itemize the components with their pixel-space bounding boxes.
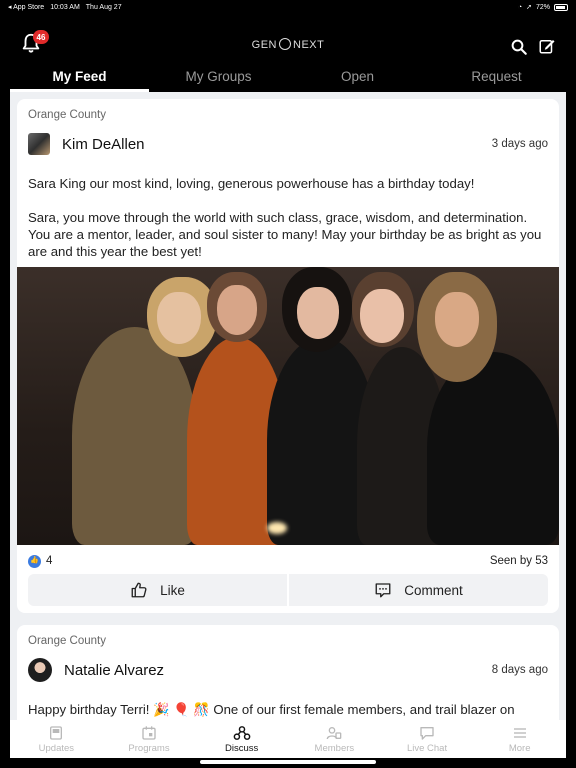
- battery-percent: 72%: [535, 3, 550, 11]
- home-indicator[interactable]: [200, 760, 376, 764]
- post-author-row: Natalie Alvarez 8 days ago: [28, 658, 548, 682]
- post-actions: Like Comment: [28, 574, 548, 606]
- notification-badge: 46: [33, 30, 49, 44]
- avatar[interactable]: [28, 658, 52, 682]
- post-card: Orange County Kim DeAllen 3 days ago Sar…: [17, 99, 559, 613]
- post-paragraph: Sara King our most kind, loving, generou…: [28, 176, 475, 191]
- nav-updates[interactable]: Updates: [10, 720, 103, 758]
- app-logo: GEN NEXT: [238, 38, 338, 51]
- nav-label: Updates: [38, 742, 75, 754]
- nav-label: Live Chat: [406, 742, 448, 754]
- post-paragraph: Happy birthday Terri! 🎉 🎈 🎊 One of our f…: [28, 702, 515, 717]
- like-label: Like: [160, 582, 185, 598]
- avatar[interactable]: [28, 133, 50, 155]
- post-group[interactable]: Orange County: [28, 635, 106, 647]
- post-group[interactable]: Orange County: [28, 109, 106, 121]
- bottom-tab-bar: Updates Programs Discuss Members Live Ch…: [10, 720, 566, 758]
- logo-mark-icon: [279, 38, 291, 50]
- nav-label: Members: [314, 742, 355, 754]
- calendar-icon: [142, 725, 156, 740]
- photo-figure: [427, 352, 559, 545]
- chat-icon: [420, 726, 434, 740]
- post-author[interactable]: Natalie Alvarez: [64, 662, 164, 679]
- nav-label: Programs: [128, 742, 170, 754]
- nav-live-chat[interactable]: Live Chat: [381, 720, 474, 758]
- post-text: Sara King our most kind, loving, generou…: [28, 175, 545, 277]
- comment-icon: [375, 583, 391, 598]
- nav-discuss[interactable]: Discuss: [195, 720, 288, 758]
- post-time: 3 days ago: [491, 138, 548, 150]
- like-reaction-icon: [28, 554, 41, 568]
- feed-list[interactable]: Orange County Kim DeAllen 3 days ago Sar…: [10, 92, 566, 720]
- post-card: Orange County Natalie Alvarez 8 days ago…: [17, 625, 559, 720]
- battery-icon: [554, 3, 568, 11]
- wifi-icon: ◔: [517, 3, 523, 11]
- menu-icon: [513, 727, 526, 738]
- comment-button[interactable]: Comment: [289, 574, 548, 606]
- photo-figure: [157, 292, 201, 344]
- nav-label: Discuss: [225, 742, 259, 754]
- candle-light: [267, 522, 287, 534]
- photo-figure: [72, 327, 197, 545]
- post-author[interactable]: Kim DeAllen: [62, 136, 145, 153]
- post-paragraph: Sara, you move through the world with su…: [28, 210, 542, 259]
- post-reactions: 4 Seen by 53: [28, 553, 548, 569]
- like-button[interactable]: Like: [28, 574, 287, 606]
- search-icon[interactable]: [510, 38, 528, 56]
- status-date: Thu Aug 27: [85, 3, 122, 11]
- back-to-app-store[interactable]: ◂ App Store: [8, 3, 44, 11]
- nav-more[interactable]: More: [473, 720, 566, 758]
- like-count[interactable]: 4: [46, 555, 52, 567]
- tab-request[interactable]: Request: [427, 64, 566, 92]
- photo-figure: [360, 289, 404, 343]
- app-screen: ◂ App Store 10:03 AM Thu Aug 27 ◔ ➚ 72% …: [0, 0, 576, 768]
- status-bar: ◂ App Store 10:03 AM Thu Aug 27 ◔ ➚ 72%: [0, 0, 576, 14]
- app-header: 46 GEN NEXT: [0, 14, 576, 64]
- logo-text-next: NEXT: [293, 39, 325, 51]
- logo-text-gen: GEN: [251, 39, 277, 51]
- photo-figure: [217, 285, 257, 335]
- thumbs-up-icon: [131, 582, 147, 598]
- nav-programs[interactable]: Programs: [103, 720, 196, 758]
- tab-my-feed[interactable]: My Feed: [10, 64, 149, 92]
- members-icon: [327, 726, 342, 739]
- post-photo[interactable]: [17, 267, 559, 545]
- seen-count[interactable]: Seen by 53: [490, 555, 548, 567]
- post-author-row: Kim DeAllen 3 days ago: [28, 132, 548, 156]
- status-time: 10:03 AM: [50, 3, 80, 11]
- compose-icon[interactable]: [538, 37, 556, 55]
- nav-members[interactable]: Members: [288, 720, 381, 758]
- comment-label: Comment: [404, 582, 463, 598]
- discuss-icon: [233, 725, 251, 740]
- nav-label: More: [508, 742, 531, 754]
- tab-my-groups[interactable]: My Groups: [149, 64, 288, 92]
- post-text: Happy birthday Terri! 🎉 🎈 🎊 One of our f…: [28, 701, 545, 720]
- photo-figure: [297, 287, 339, 339]
- location-icon: ➚: [526, 4, 532, 11]
- post-time: 8 days ago: [491, 664, 548, 676]
- updates-icon: [50, 725, 63, 740]
- feed-tabs: My Feed My Groups Open Request: [10, 64, 566, 92]
- tab-open[interactable]: Open: [288, 64, 427, 92]
- photo-figure: [435, 292, 479, 347]
